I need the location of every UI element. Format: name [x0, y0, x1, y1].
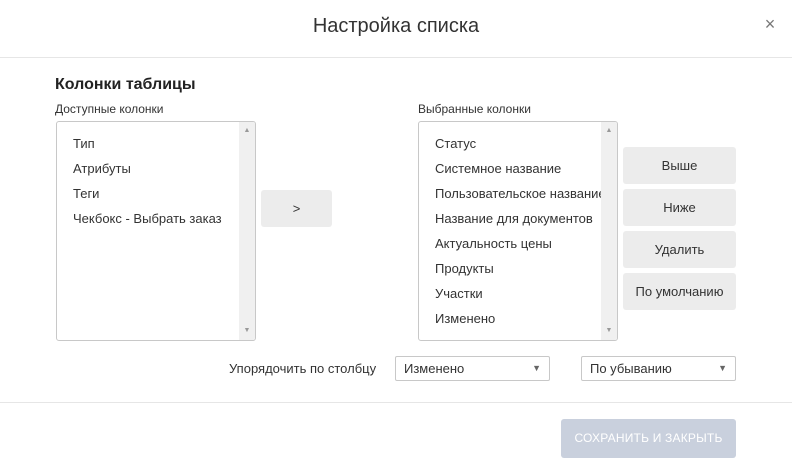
list-item[interactable]: Теги [57, 181, 239, 206]
list-item[interactable]: Актуальность цены [419, 231, 601, 256]
list-item[interactable]: Название для документов [419, 206, 601, 231]
save-and-close-button[interactable]: СОХРАНИТЬ И ЗАКРЫТЬ [561, 419, 736, 458]
available-columns-label: Доступные колонки [55, 102, 164, 116]
sort-column-label: Упорядочить по столбцу [229, 361, 377, 376]
reset-default-button[interactable]: По умолчанию [623, 273, 736, 310]
list-item[interactable]: Участки [419, 281, 601, 306]
list-item[interactable]: Атрибуты [57, 156, 239, 181]
selected-columns-list[interactable]: Статус Системное название Пользовательск… [418, 121, 618, 341]
scrollbar[interactable]: ▲ ▼ [239, 122, 255, 340]
chevron-down-icon: ▼ [718, 363, 727, 373]
scroll-up-icon[interactable]: ▲ [601, 124, 617, 138]
select-value: По убыванию [590, 361, 672, 376]
move-up-button[interactable]: Выше [623, 147, 736, 184]
scroll-down-icon[interactable]: ▼ [239, 324, 255, 338]
list-item[interactable]: Пользовательское название [419, 181, 601, 206]
chevron-down-icon: ▼ [532, 363, 541, 373]
section-title: Колонки таблицы [55, 76, 196, 93]
move-down-button[interactable]: Ниже [623, 189, 736, 226]
list-item[interactable]: Чекбокс - Выбрать заказ [57, 206, 239, 231]
list-item[interactable]: Изменено [419, 306, 601, 331]
move-to-selected-button[interactable]: > [261, 190, 332, 227]
scroll-up-icon[interactable]: ▲ [239, 124, 255, 138]
close-icon[interactable]: × [762, 14, 778, 34]
available-columns-list[interactable]: Тип Атрибуты Теги Чекбокс - Выбрать зака… [56, 121, 256, 341]
selected-columns-label: Выбранные колонки [418, 102, 531, 116]
sort-column-select[interactable]: Изменено ▼ [395, 356, 550, 381]
sort-order-select[interactable]: По убыванию ▼ [581, 356, 736, 381]
scrollbar[interactable]: ▲ ▼ [601, 122, 617, 340]
delete-button[interactable]: Удалить [623, 231, 736, 268]
list-item[interactable]: Тип [57, 131, 239, 156]
list-item[interactable]: Статус [419, 131, 601, 156]
dialog-header: Настройка списка × [0, 0, 792, 58]
scroll-down-icon[interactable]: ▼ [601, 324, 617, 338]
dialog-title: Настройка списка [312, 15, 480, 37]
list-item[interactable]: Системное название [419, 156, 601, 181]
list-item[interactable]: Продукты [419, 256, 601, 281]
select-value: Изменено [404, 361, 465, 376]
footer-divider [0, 402, 792, 403]
